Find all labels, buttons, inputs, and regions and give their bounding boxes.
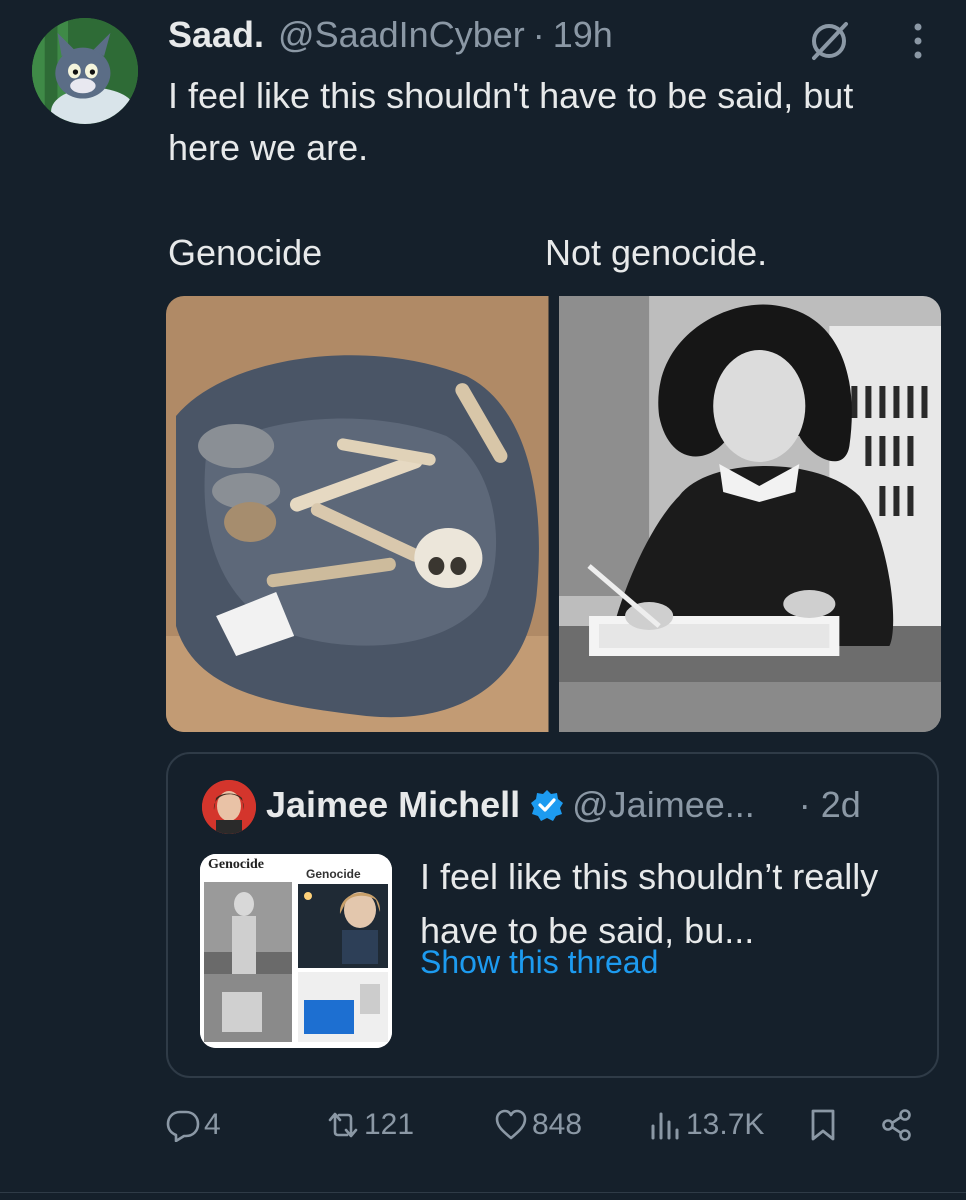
quoted-text: I feel like this shouldn’t really have t… bbox=[420, 856, 879, 951]
quoted-display-name[interactable]: Jaimee Michell bbox=[266, 784, 520, 826]
thumb-label-left: Genocide bbox=[208, 857, 264, 872]
media-image-left[interactable] bbox=[166, 296, 549, 732]
like-icon bbox=[495, 1109, 527, 1140]
media-grid[interactable] bbox=[166, 296, 941, 732]
reply-count: 4 bbox=[204, 1108, 221, 1141]
grok-icon[interactable] bbox=[806, 18, 852, 64]
display-name[interactable]: Saad. bbox=[168, 14, 264, 56]
show-thread-link[interactable]: Show this thread bbox=[420, 944, 658, 981]
media-image-right[interactable] bbox=[558, 296, 941, 732]
thumb-label-right: Genocide bbox=[306, 867, 361, 881]
quoted-avatar[interactable] bbox=[202, 780, 256, 834]
share-icon bbox=[882, 1109, 911, 1141]
retweet-button[interactable]: 121 bbox=[326, 1108, 414, 1142]
bookmark-icon bbox=[811, 1109, 835, 1141]
share-button[interactable] bbox=[880, 1108, 918, 1142]
views-count: 13.7K bbox=[686, 1108, 765, 1141]
tweet-header: Saad. @SaadInCyber · 19h bbox=[168, 14, 613, 62]
verified-icon bbox=[531, 790, 564, 821]
avatar[interactable] bbox=[32, 18, 138, 124]
image-label-right: Not genocide. bbox=[545, 232, 768, 273]
retweet-icon bbox=[328, 1112, 358, 1138]
separator-dot: · bbox=[532, 14, 545, 55]
quoted-tweet[interactable]: Jaimee Michell @Jaimee... · 2d Genocide … bbox=[166, 752, 939, 1078]
quoted-header: Jaimee Michell @Jaimee... · 2d bbox=[266, 784, 861, 826]
like-button[interactable]: 848 bbox=[494, 1108, 582, 1142]
user-handle[interactable]: @SaadInCyber bbox=[278, 14, 525, 56]
divider bbox=[0, 1192, 966, 1193]
retweet-count: 121 bbox=[364, 1108, 415, 1141]
quoted-time[interactable]: · 2d bbox=[799, 784, 861, 826]
like-count: 848 bbox=[532, 1108, 583, 1141]
more-icon[interactable] bbox=[908, 18, 928, 64]
bookmark-button[interactable] bbox=[806, 1108, 844, 1142]
reply-button[interactable]: 4 bbox=[166, 1108, 221, 1142]
image-label-left: Genocide bbox=[168, 232, 323, 273]
tweet-time[interactable]: 19h bbox=[553, 14, 613, 56]
tweet-text: I feel like this shouldn't have to be sa… bbox=[168, 75, 854, 168]
quoted-thumbnail[interactable]: Genocide Genocide bbox=[200, 854, 392, 1048]
reply-icon bbox=[166, 1110, 200, 1142]
views-icon bbox=[651, 1112, 679, 1140]
views-button[interactable]: 13.7K bbox=[648, 1108, 764, 1142]
action-bar: 4 121 848 13.7K bbox=[166, 1108, 926, 1154]
quoted-handle[interactable]: @Jaimee... bbox=[572, 784, 755, 826]
